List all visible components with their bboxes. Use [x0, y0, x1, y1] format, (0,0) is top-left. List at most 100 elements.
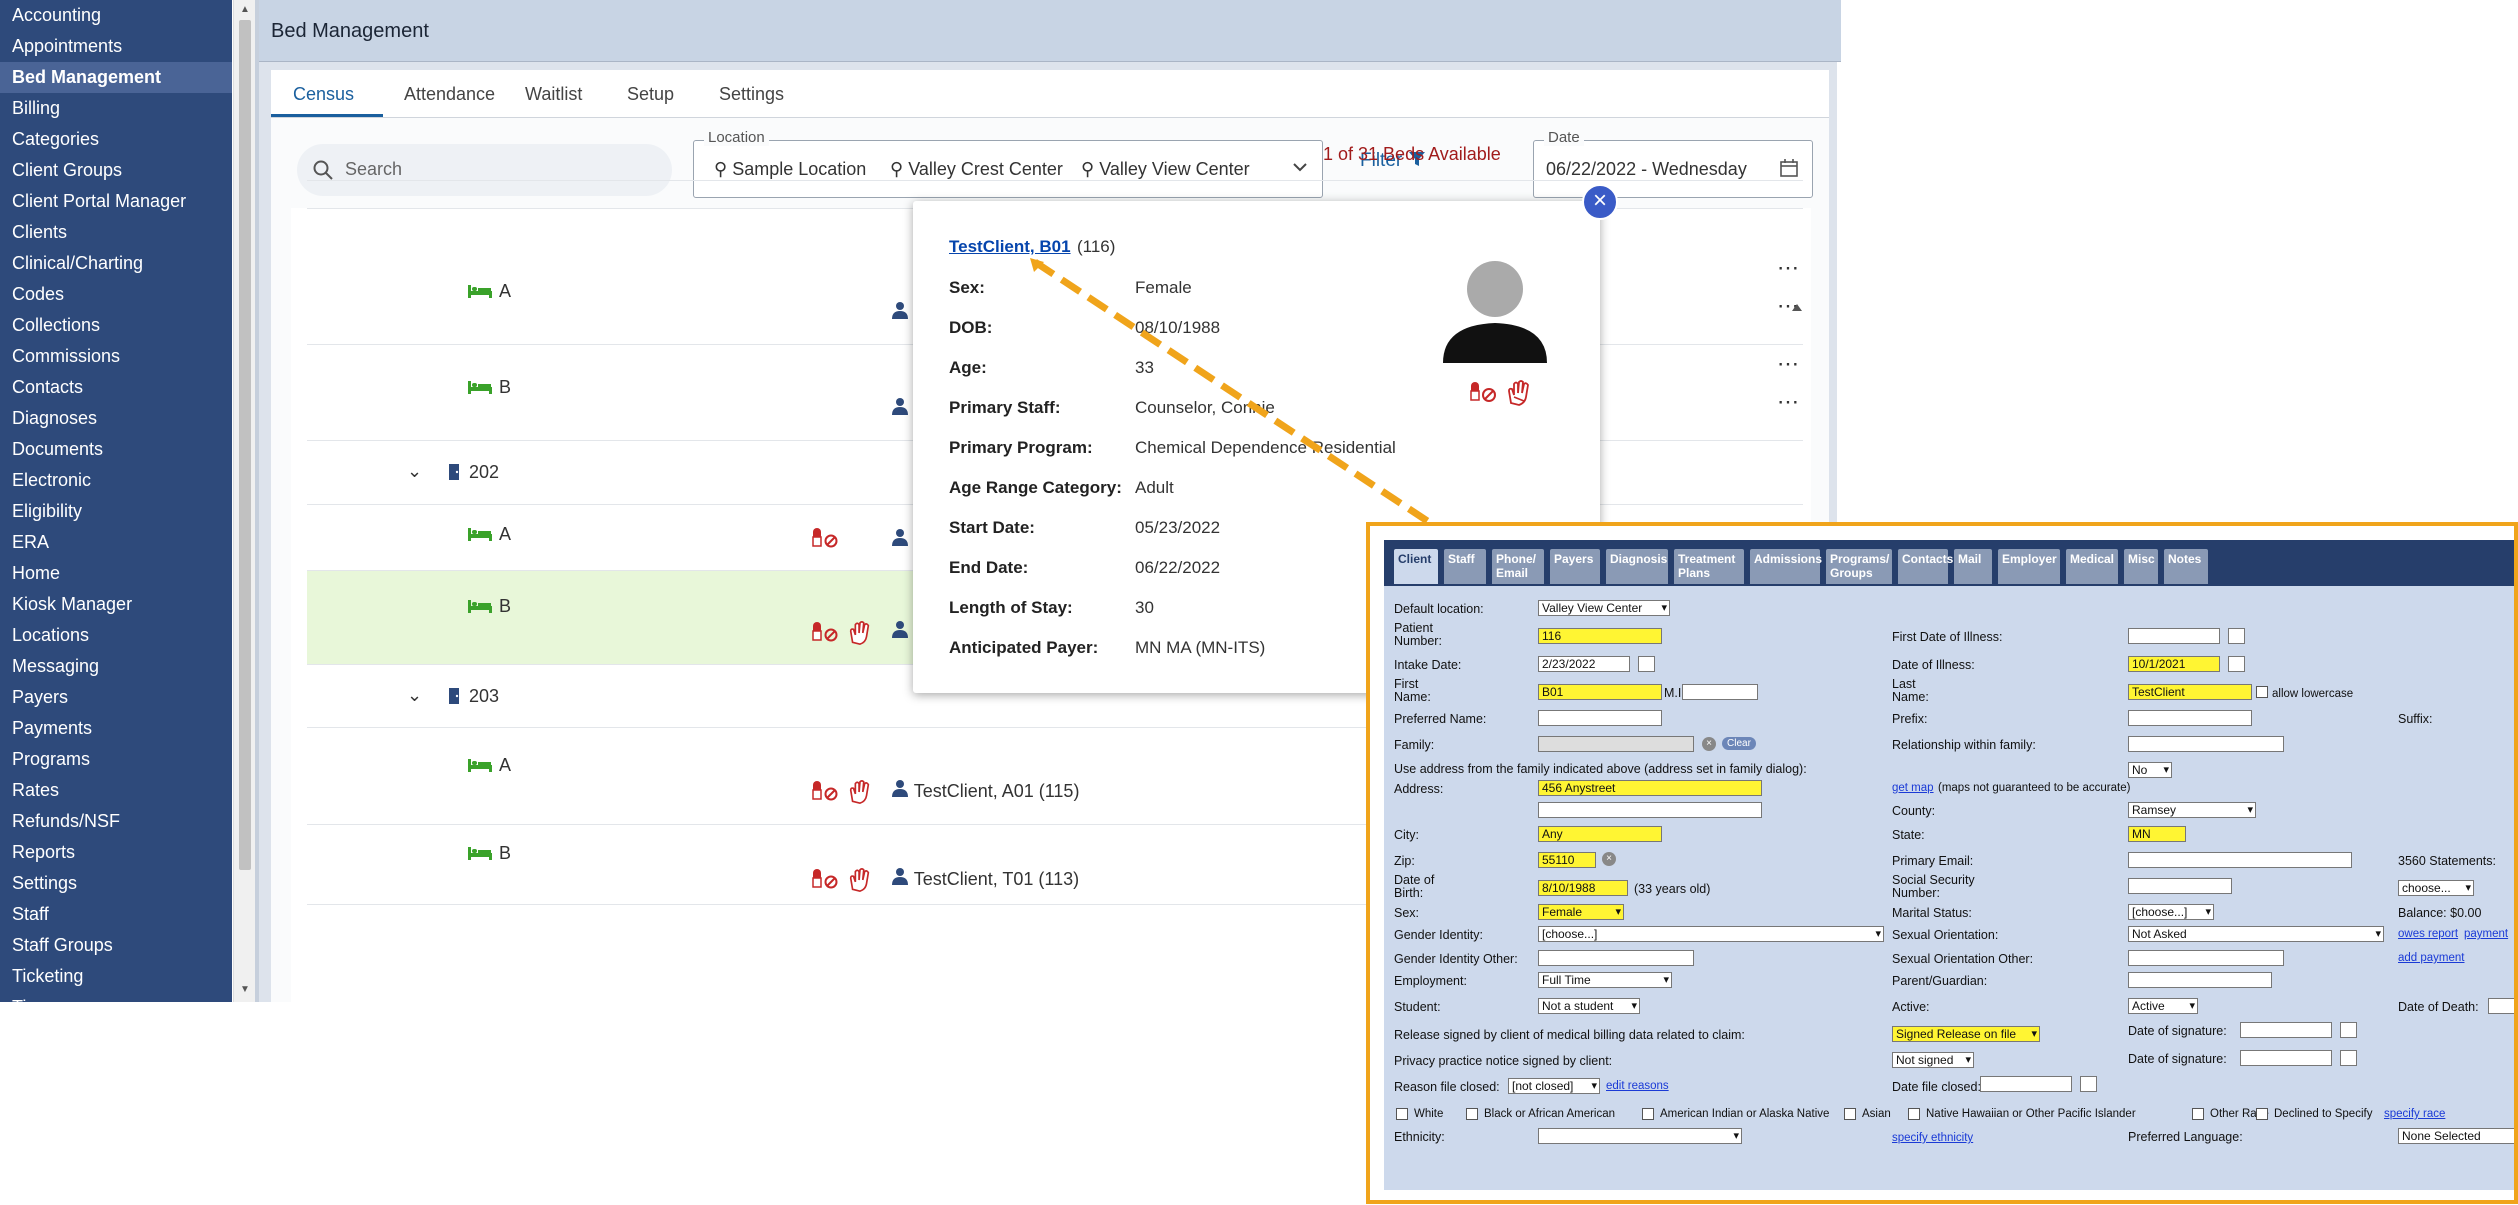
ethnicity-select[interactable]: [1538, 1128, 1742, 1144]
first-date-illness-field[interactable]: [2128, 628, 2220, 644]
sex-label: Sex:: [1394, 906, 1420, 920]
specify-ethnicity-link[interactable]: specify ethnicity: [1892, 1132, 1973, 1144]
date-file-closed-field[interactable]: [1980, 1076, 2072, 1092]
sex-select[interactable]: Female: [1538, 904, 1624, 920]
form-tab-diagnosis[interactable]: Diagnosis: [1606, 549, 1668, 584]
form-tab-treatment-plans[interactable]: Treatment Plans: [1674, 549, 1744, 584]
sexual-orientation-other-field[interactable]: [2128, 950, 2284, 966]
payments-link[interactable]: payment: [2464, 928, 2508, 940]
state-field[interactable]: MN: [2128, 826, 2186, 842]
parent-guardian-field[interactable]: [2128, 972, 2272, 988]
form-tab-contacts[interactable]: Contacts: [1898, 549, 1953, 584]
marital-label: Marital Status:: [1892, 906, 1972, 920]
employment-label: Employment:: [1394, 974, 1467, 988]
preferred-language-label: Preferred Language:: [2128, 1130, 2243, 1144]
race-label: Declined to Specify: [2274, 1108, 2373, 1120]
family-label: Family:: [1394, 738, 1435, 752]
zip-field[interactable]: 55110: [1538, 852, 1596, 868]
race-checkbox[interactable]: [1396, 1108, 1408, 1120]
race-checkbox[interactable]: [2192, 1108, 2204, 1120]
race-checkbox[interactable]: [1466, 1108, 1478, 1120]
race-checkbox[interactable]: [1908, 1108, 1920, 1120]
race-label: American Indian or Alaska Native: [1660, 1108, 1830, 1120]
active-select[interactable]: Active: [2128, 998, 2198, 1014]
ssn-field[interactable]: [2128, 878, 2232, 894]
zip-label: Zip:: [1394, 854, 1415, 868]
calendar-icon[interactable]: [2080, 1076, 2097, 1092]
sexual-orientation-label: Sexual Orientation:: [1892, 928, 1999, 942]
first-name-label: First Name:: [1394, 677, 1431, 704]
form-tab-medical[interactable]: Medical: [2066, 549, 2118, 584]
county-select[interactable]: Ramsey: [2128, 802, 2256, 818]
prefix-field[interactable]: [2128, 710, 2252, 726]
suffix-label: Suffix:: [2398, 712, 2433, 726]
calendar-icon[interactable]: [2228, 656, 2245, 672]
mi-field[interactable]: [1682, 684, 1758, 700]
patient-number-label: Patient Number:: [1394, 621, 1442, 648]
use-address-select[interactable]: No: [2128, 762, 2172, 778]
first-date-illness-label: First Date of Illness:: [1892, 630, 2003, 644]
race-checkbox[interactable]: [2256, 1108, 2268, 1120]
calendar-icon[interactable]: [2340, 1050, 2357, 1066]
form-tab-notes[interactable]: Notes: [2164, 549, 2208, 584]
form-tab-staff[interactable]: Staff: [1444, 549, 1486, 584]
date-file-closed-label: Date file closed:: [1892, 1080, 1981, 1094]
gender-identity-select[interactable]: [choose...]: [1538, 926, 1884, 942]
relationship-field[interactable]: [2128, 736, 2284, 752]
form-tab-programs-groups[interactable]: Programs/ Groups: [1826, 549, 1892, 584]
specify-race-link[interactable]: specify race: [2384, 1108, 2445, 1120]
intake-date-field[interactable]: 2/23/2022: [1538, 656, 1630, 672]
address-line2-field[interactable]: [1538, 802, 1762, 818]
intake-date-label: Intake Date:: [1394, 658, 1462, 672]
reason-closed-select[interactable]: [not closed]: [1508, 1078, 1600, 1094]
first-name-field[interactable]: B01: [1538, 684, 1662, 700]
privacy-date-field[interactable]: [2240, 1050, 2332, 1066]
gender-identity-other-field[interactable]: [1538, 950, 1694, 966]
patient-number-field[interactable]: 116: [1538, 628, 1662, 644]
family-field[interactable]: [1538, 736, 1694, 752]
clear-family-button[interactable]: Clear: [1722, 737, 1756, 750]
release-date-field[interactable]: [2240, 1022, 2332, 1038]
city-field[interactable]: Any: [1538, 826, 1662, 842]
address-line1-field[interactable]: 456 Anystreet: [1538, 780, 1762, 796]
form-tab-admissions[interactable]: Admissions: [1750, 549, 1822, 584]
owes-report-link[interactable]: owes report: [2398, 928, 2458, 940]
sexual-orientation-select[interactable]: Not Asked: [2128, 926, 2384, 942]
parent-guardian-label: Parent/Guardian:: [1892, 974, 1988, 988]
last-name-field[interactable]: TestClient: [2128, 684, 2252, 700]
employment-select[interactable]: Full Time: [1538, 972, 1672, 988]
balance-text: Balance: $0.00: [2398, 906, 2482, 920]
dob-field[interactable]: 8/10/1988: [1538, 880, 1628, 896]
statements-select[interactable]: choose...: [2398, 880, 2474, 896]
get-map-link[interactable]: get map: [1892, 782, 1934, 794]
preferred-language-field[interactable]: None Selected: [2398, 1128, 2514, 1144]
race-checkbox[interactable]: [1844, 1108, 1856, 1120]
release-select[interactable]: Signed Release on file: [1892, 1026, 2040, 1042]
date-of-illness-field[interactable]: 10/1/2021: [2128, 656, 2220, 672]
form-tab-client[interactable]: Client: [1394, 549, 1438, 584]
primary-email-label: Primary Email:: [1892, 854, 1974, 868]
marital-select[interactable]: [choose...]: [2128, 904, 2214, 920]
edit-reasons-link[interactable]: edit reasons: [1606, 1080, 1669, 1092]
date-of-death-field[interactable]: [2488, 998, 2514, 1014]
privacy-select[interactable]: Not signed: [1892, 1052, 1974, 1068]
form-tab-misc[interactable]: Misc: [2124, 549, 2158, 584]
clear-x-icon[interactable]: ×: [1702, 737, 1716, 751]
add-payment-link[interactable]: add payment: [2398, 952, 2465, 964]
clear-zip-icon[interactable]: ×: [1602, 852, 1616, 866]
student-select[interactable]: Not a student: [1538, 998, 1640, 1014]
form-tab-phone-email[interactable]: Phone/ Email: [1492, 549, 1544, 584]
calendar-icon[interactable]: [1638, 656, 1655, 672]
allow-lowercase-checkbox[interactable]: [2256, 686, 2268, 698]
calendar-icon[interactable]: [2340, 1022, 2357, 1038]
preferred-name-field[interactable]: [1538, 710, 1662, 726]
date-of-illness-label: Date of Illness:: [1892, 658, 1975, 672]
calendar-icon[interactable]: [2228, 628, 2245, 644]
primary-email-field[interactable]: [2128, 852, 2352, 868]
default-location-select[interactable]: Valley View Center: [1538, 600, 1670, 616]
form-tab-employer[interactable]: Employer: [1998, 549, 2060, 584]
race-checkbox[interactable]: [1642, 1108, 1654, 1120]
client-form-callout: Client Staff Phone/ Email Payers Diagnosis Tr…: [1366, 522, 2518, 1204]
form-tab-mail[interactable]: Mail: [1954, 549, 1992, 584]
form-tab-payers[interactable]: Payers: [1550, 549, 1600, 584]
